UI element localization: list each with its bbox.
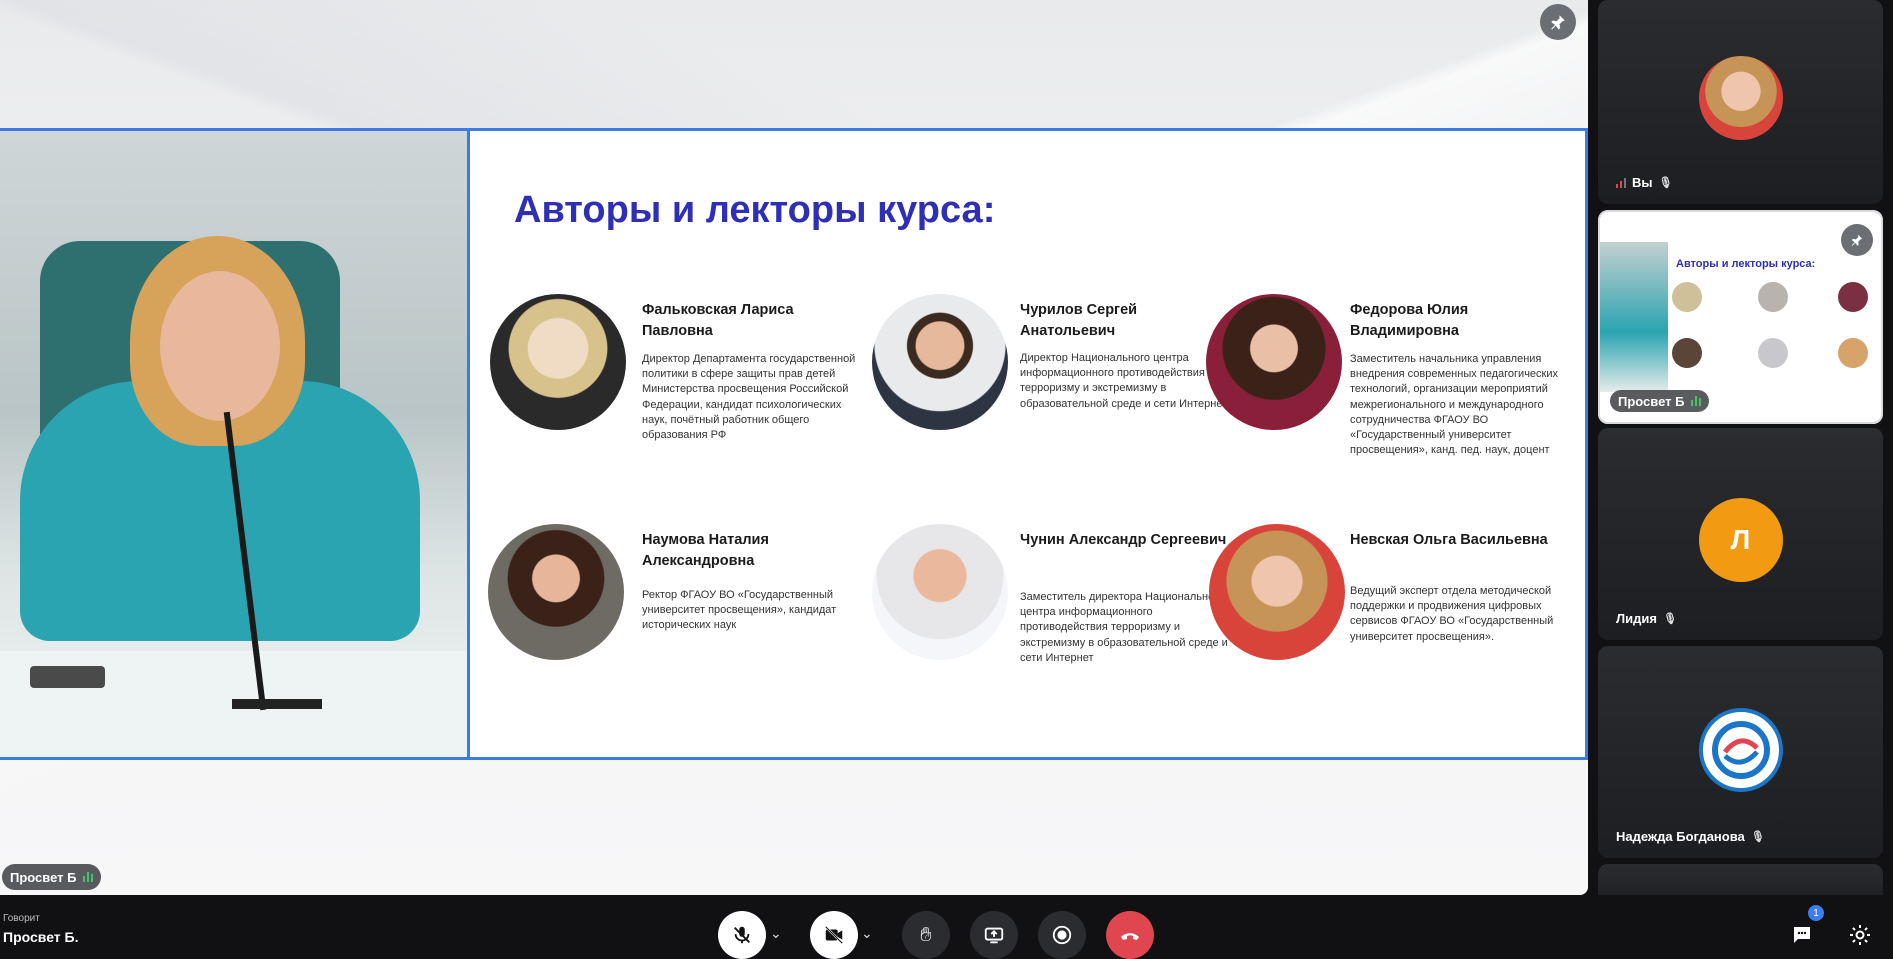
lecturer-name: Фальковская Лариса Павловна <box>642 302 794 340</box>
lecturer-card: Федорова Юлия Владимировна Заместитель н… <box>1206 294 1566 474</box>
raise-hand-button[interactable]: ✋︎ <box>902 911 950 959</box>
lecturer-photo <box>872 294 1008 430</box>
lecturer-photo <box>488 524 624 660</box>
chat-icon <box>1794 927 1810 943</box>
lecturer-card: Невская Ольга Васильевна Ведущий эксперт… <box>1209 524 1569 704</box>
mic-off-icon: 🎙︎ <box>1658 177 1673 189</box>
lecturer-card: Наумова Наталия Александровна Ректор ФГА… <box>488 524 848 704</box>
avatar: Л <box>1698 498 1783 582</box>
avatar <box>1698 708 1783 792</box>
lecturer-name: Чунин Александр Сергеевич <box>1020 532 1227 548</box>
lecturer-name: Наумова Наталия Александровна <box>642 532 769 570</box>
audio-level-icon <box>82 872 93 882</box>
lecturer-photo <box>872 524 1008 660</box>
mic-off-icon <box>734 926 750 944</box>
participant-name: Просвет Б <box>1618 393 1685 409</box>
control-bar: Говорит Просвет Б. ⌄ ⌄ ✋︎ 1 <box>0 895 1893 959</box>
pin-icon[interactable] <box>1540 4 1576 40</box>
lecturer-card: Чурилов Сергей Анатольевич Директор Наци… <box>872 294 1232 474</box>
lecturer-description: Директор Департамента государственной по… <box>642 353 856 441</box>
participant-tile-self[interactable]: Вы 🎙︎ <box>1598 0 1883 204</box>
participant-name: Лидия <box>1616 611 1657 626</box>
participant-tile[interactable] <box>1598 864 1883 895</box>
audio-level-icon <box>1690 396 1701 406</box>
record-icon <box>1052 925 1072 945</box>
record-button[interactable] <box>1038 911 1086 959</box>
chevron-down-icon[interactable]: ⌄ <box>861 925 873 942</box>
chat-badge: 1 <box>1808 905 1824 921</box>
avatar <box>1698 56 1783 140</box>
audio-level-icon <box>1616 177 1626 188</box>
talking-name: Просвет Б. <box>3 929 79 945</box>
lecturer-card: Чунин Александр Сергеевич Заместитель ди… <box>872 524 1232 704</box>
mic-off-icon: 🎙︎ <box>1662 613 1677 625</box>
lecturer-card: Фальковская Лариса Павловна Директор Деп… <box>490 294 855 474</box>
screen-share-icon <box>984 927 1004 944</box>
lecturer-photo <box>490 294 626 430</box>
participant-tile[interactable]: Надежда Богданова 🎙︎ <box>1598 646 1883 858</box>
chevron-down-icon[interactable]: ⌄ <box>770 925 782 942</box>
main-stage: Авторы и лекторы курса: Фальковская Лари… <box>0 0 1588 895</box>
mini-slide-title: Авторы и лекторы курса: <box>1676 258 1816 270</box>
camera-toggle-button[interactable] <box>810 911 858 959</box>
participants-panel: Вы 🎙︎ Авторы и лекторы курса: Просвет Б … <box>1598 0 1883 895</box>
presentation-slide: Авторы и лекторы курса: Фальковская Лари… <box>470 128 1588 760</box>
speaker-video <box>0 128 470 760</box>
raise-hand-icon: ✋︎ <box>920 923 932 946</box>
lecturer-name: Федорова Юлия Владимировна <box>1350 302 1469 340</box>
camera-off-icon <box>824 925 844 945</box>
hang-up-icon <box>1121 933 1139 940</box>
mini-slide-preview: Авторы и лекторы курса: Просвет Б <box>1598 210 1883 424</box>
participant-tile[interactable]: Л Лидия 🎙︎ <box>1598 428 1883 640</box>
participant-tile-screen[interactable]: Авторы и лекторы курса: Просвет Б <box>1598 210 1883 424</box>
speaker-label: Просвет Б <box>2 864 101 890</box>
pin-icon[interactable] <box>1841 224 1873 256</box>
settings-icon <box>1850 925 1870 945</box>
mic-off-icon: 🎙︎ <box>1750 831 1765 843</box>
screen-share-button[interactable] <box>970 911 1018 959</box>
lecturer-description: Ведущий эксперт отдела методической подд… <box>1350 585 1554 643</box>
participant-name: Надежда Богданова <box>1616 829 1745 844</box>
settings-button[interactable] <box>1836 911 1884 959</box>
lecturer-name: Невская Ольга Васильевна <box>1350 532 1548 548</box>
lecturer-description: Заместитель директора Национального цент… <box>1020 591 1228 664</box>
screen-share: Авторы и лекторы курса: Фальковская Лари… <box>0 128 1588 760</box>
participant-name: Вы <box>1632 175 1653 190</box>
mic-toggle-button[interactable] <box>718 911 766 959</box>
lecturer-description: Заместитель начальника управления внедре… <box>1350 353 1559 457</box>
lecturer-photo <box>1209 524 1345 660</box>
talking-caption: Говорит <box>3 913 40 924</box>
lecturer-photo <box>1206 294 1342 430</box>
lecturer-name: Чурилов Сергей Анатольевич <box>1020 302 1138 340</box>
lecturer-description: Ректор ФГАОУ ВО «Государственный универс… <box>642 589 837 632</box>
slide-title: Авторы и лекторы курса: <box>514 189 996 231</box>
video-conference-app: Авторы и лекторы курса: Фальковская Лари… <box>0 0 1893 959</box>
hang-up-button[interactable] <box>1106 911 1154 959</box>
